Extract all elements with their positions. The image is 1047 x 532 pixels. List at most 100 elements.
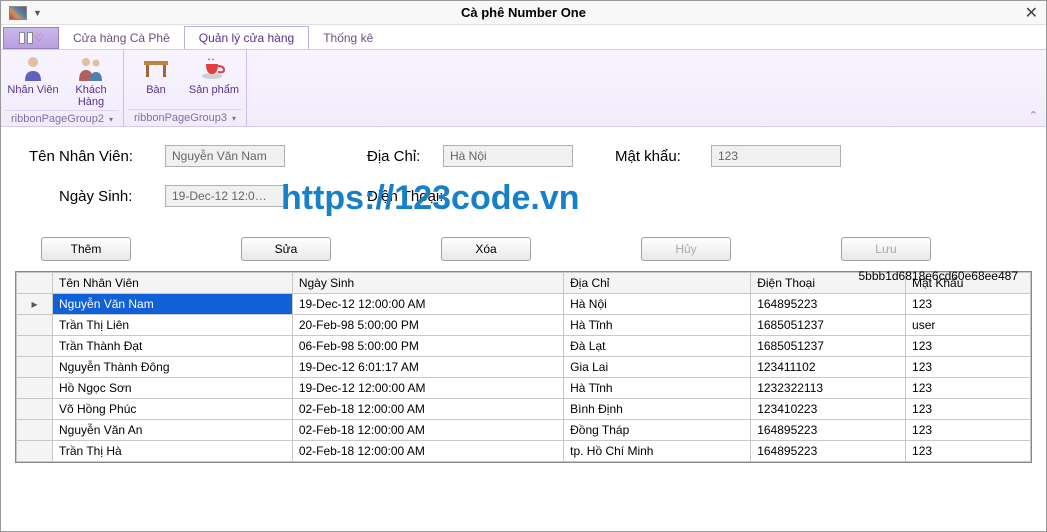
table-row[interactable]: Nguyễn Thành Đông19-Dec-12 6:01:17 AMGia…	[17, 357, 1031, 378]
input-dob[interactable]	[165, 185, 285, 207]
cell[interactable]: Đà Lạt	[564, 336, 751, 357]
cell[interactable]: 1232322113	[751, 378, 906, 399]
cell[interactable]: Gia Lai	[564, 357, 751, 378]
ribbon-collapse-button[interactable]: ⌃	[1029, 109, 1038, 122]
titlebar: ▼ Cà phê Number One ✕	[1, 1, 1046, 25]
cell[interactable]: Võ Hồng Phúc	[53, 399, 293, 420]
label-password: Mật khẩu:	[615, 148, 705, 165]
new-row[interactable]: *	[17, 462, 1031, 464]
input-name[interactable]	[165, 145, 285, 167]
coffee-icon	[198, 54, 230, 82]
cell[interactable]: Nguyễn Thành Đông	[53, 357, 293, 378]
form-area: Tên Nhân Viên: Địa Chỉ: Mật khẩu: Ngày S…	[1, 127, 1046, 233]
cell[interactable]: 20-Feb-98 5:00:00 PM	[292, 315, 563, 336]
cell[interactable]: Hà Nội	[564, 294, 751, 315]
column-header[interactable]: Tên Nhân Viên	[53, 273, 293, 294]
edit-button[interactable]: Sửa	[241, 237, 331, 261]
ribbon-group-2: Nhân Viên Khách Hàng ribbonPageGroup2▾	[1, 50, 124, 126]
cell[interactable]	[751, 462, 906, 464]
cell[interactable]: 123	[906, 378, 1031, 399]
cell[interactable]: 1685051237	[751, 315, 906, 336]
cell[interactable]: 123	[906, 357, 1031, 378]
label-phone: Điện Thoại:	[367, 188, 467, 205]
row-indicator	[17, 357, 53, 378]
cell[interactable]: 19-Dec-12 6:01:17 AM	[292, 357, 563, 378]
cell[interactable]: Nguyễn Văn An	[53, 420, 293, 441]
cell[interactable]: 19-Dec-12 12:00:00 AM	[292, 378, 563, 399]
cell[interactable]: Nguyễn Văn Nam	[53, 294, 293, 315]
chevron-down-icon[interactable]: ▾	[232, 114, 236, 123]
table-row[interactable]: Trần Thị Hà02-Feb-18 12:00:00 AMtp. Hồ C…	[17, 441, 1031, 462]
cell[interactable]: 123411102	[751, 357, 906, 378]
data-grid[interactable]: Tên Nhân ViênNgày SinhĐịa ChỉĐiện ThoạiM…	[15, 271, 1032, 463]
column-header[interactable]: Ngày Sinh	[292, 273, 563, 294]
row-header-corner	[17, 273, 53, 294]
cell[interactable]: user	[906, 315, 1031, 336]
cell[interactable]: Hồ Ngọc Sơn	[53, 378, 293, 399]
cell[interactable]: 02-Feb-18 12:00:00 AM	[292, 420, 563, 441]
table-row[interactable]: Trần Thành Đạt06-Feb-98 5:00:00 PMĐà Lạt…	[17, 336, 1031, 357]
cell[interactable]: 123	[906, 294, 1031, 315]
ribbon-khach-hang[interactable]: Khách Hàng	[63, 52, 119, 110]
tab-thong-ke[interactable]: Thống kê	[309, 27, 387, 49]
table-row[interactable]: Võ Hồng Phúc02-Feb-18 12:00:00 AMBình Đị…	[17, 399, 1031, 420]
cell[interactable]	[906, 462, 1031, 464]
ribbon-san-pham[interactable]: Sản phẩm	[186, 52, 242, 98]
tab-quan-ly[interactable]: Quản lý cửa hàng	[184, 26, 309, 49]
row-indicator	[17, 420, 53, 441]
table-row[interactable]: ▸Nguyễn Văn Nam19-Dec-12 12:00:00 AMHà N…	[17, 294, 1031, 315]
ribbon-nhan-vien[interactable]: Nhân Viên	[5, 52, 61, 110]
label-name: Tên Nhân Viên:	[29, 148, 159, 165]
cell[interactable]	[564, 462, 751, 464]
cell[interactable]: 123	[906, 399, 1031, 420]
group-caption: ribbonPageGroup3▾	[128, 109, 242, 126]
input-address[interactable]	[443, 145, 573, 167]
cell[interactable]: Trần Thành Đạt	[53, 336, 293, 357]
table-icon	[140, 54, 172, 82]
cell[interactable]: 123	[906, 420, 1031, 441]
file-tab[interactable]: ♡	[3, 27, 59, 49]
button-row: Thêm Sửa Xóa Hủy Lưu	[1, 233, 1046, 271]
cancel-button[interactable]: Hủy	[641, 237, 731, 261]
table-row[interactable]: Hồ Ngọc Sơn19-Dec-12 12:00:00 AM Hà Tĩnh…	[17, 378, 1031, 399]
cell[interactable]: 19-Dec-12 12:00:00 AM	[292, 294, 563, 315]
row-indicator	[17, 378, 53, 399]
ribbon-label: Sản phẩm	[189, 84, 239, 96]
cell[interactable]: Đồng Tháp	[564, 420, 751, 441]
cell[interactable]: Hà Tĩnh	[564, 378, 751, 399]
table-row[interactable]: Nguyễn Văn An02-Feb-18 12:00:00 AMĐồng T…	[17, 420, 1031, 441]
row-indicator	[17, 441, 53, 462]
add-button[interactable]: Thêm	[41, 237, 131, 261]
cell[interactable]: 02-Feb-18 12:00:00 AM	[292, 441, 563, 462]
close-button[interactable]: ✕	[1025, 3, 1038, 23]
cell[interactable]: Bình Định	[564, 399, 751, 420]
cell[interactable]: 123	[906, 336, 1031, 357]
ribbon-ban[interactable]: Bàn	[128, 52, 184, 98]
cell[interactable]: Hà Tĩnh	[564, 315, 751, 336]
tab-cua-hang[interactable]: Cửa hàng Cà Phê	[59, 27, 184, 49]
new-row-indicator: *	[17, 462, 53, 464]
table-row[interactable]: Trần Thị Liên20-Feb-98 5:00:00 PMHà Tĩnh…	[17, 315, 1031, 336]
cell[interactable]: Trần Thị Hà	[53, 441, 293, 462]
cell[interactable]: Trần Thị Liên	[53, 315, 293, 336]
cell[interactable]: 123410223	[751, 399, 906, 420]
input-password[interactable]	[711, 145, 841, 167]
ribbon-body: Nhân Viên Khách Hàng ribbonPageGroup2▾ B…	[1, 49, 1046, 127]
save-button[interactable]: Lưu	[841, 237, 931, 261]
cell[interactable]: tp. Hồ Chí Minh	[564, 441, 751, 462]
cell[interactable]: 164895223	[751, 420, 906, 441]
qat-dropdown-icon[interactable]: ▼	[33, 8, 42, 18]
cell[interactable]: 123	[906, 441, 1031, 462]
cell[interactable]	[53, 462, 293, 464]
hash-label: 5bbb1d6818e6cd60e68ee487	[859, 269, 1019, 283]
column-header[interactable]: Địa Chỉ	[564, 273, 751, 294]
cell[interactable]	[292, 462, 563, 464]
chevron-down-icon[interactable]: ▾	[109, 115, 113, 124]
cell[interactable]: 164895223	[751, 294, 906, 315]
cell[interactable]: 164895223	[751, 441, 906, 462]
label-dob: Ngày Sinh:	[29, 188, 159, 205]
cell[interactable]: 06-Feb-98 5:00:00 PM	[292, 336, 563, 357]
cell[interactable]: 1685051237	[751, 336, 906, 357]
cell[interactable]: 02-Feb-18 12:00:00 AM	[292, 399, 563, 420]
delete-button[interactable]: Xóa	[441, 237, 531, 261]
